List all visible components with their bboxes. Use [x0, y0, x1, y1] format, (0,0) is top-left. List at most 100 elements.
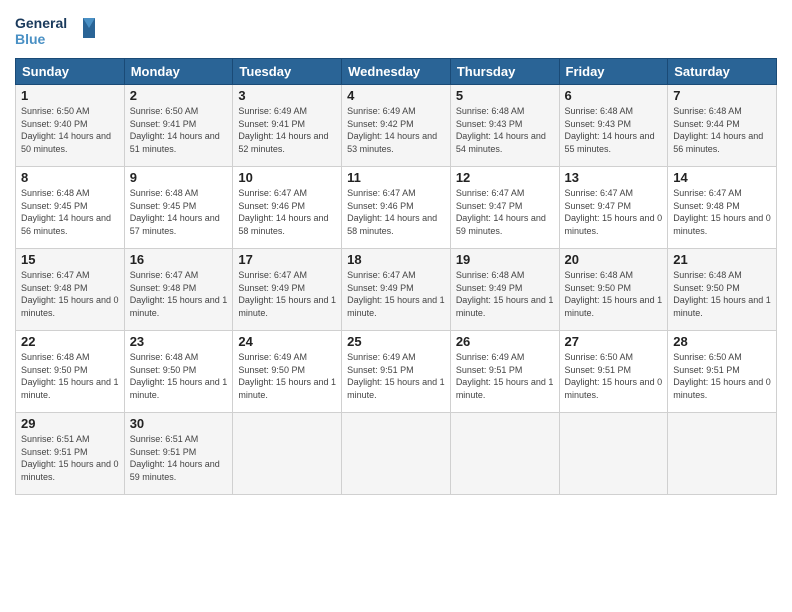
calendar-header-tuesday: Tuesday — [233, 59, 342, 85]
calendar-day-cell: 1Sunrise: 6:50 AMSunset: 9:40 PMDaylight… — [16, 85, 125, 167]
calendar-day-cell: 24Sunrise: 6:49 AMSunset: 9:50 PMDayligh… — [233, 331, 342, 413]
calendar-week-row: 22 Sunrise: 6:48 AMSunset: 9:50 PMDayligh… — [16, 331, 777, 413]
calendar-day-cell: 19 Sunrise: 6:48 AMSunset: 9:49 PMDayligh… — [450, 249, 559, 331]
day-number: 17 — [238, 252, 336, 267]
day-info: Sunrise: 6:49 AMSunset: 9:51 PMDaylight:… — [347, 352, 445, 400]
calendar-header-monday: Monday — [124, 59, 233, 85]
day-info: Sunrise: 6:48 AMSunset: 9:43 PMDaylight:… — [456, 106, 546, 154]
calendar-day-cell: 14 Sunrise: 6:47 AMSunset: 9:48 PMDayligh… — [668, 167, 777, 249]
calendar-header-friday: Friday — [559, 59, 668, 85]
calendar-empty-cell — [450, 413, 559, 495]
calendar-day-cell: 18 Sunrise: 6:47 AMSunset: 9:49 PMDayligh… — [342, 249, 451, 331]
calendar-day-cell: 22 Sunrise: 6:48 AMSunset: 9:50 PMDayligh… — [16, 331, 125, 413]
calendar-empty-cell — [668, 413, 777, 495]
day-info: Sunrise: 6:48 AMSunset: 9:43 PMDaylight:… — [565, 106, 655, 154]
calendar-day-cell: 30 Sunrise: 6:51 AMSunset: 9:51 PMDayligh… — [124, 413, 233, 495]
day-number: 26 — [456, 334, 554, 349]
calendar-day-cell: 9 Sunrise: 6:48 AMSunset: 9:45 PMDaylight… — [124, 167, 233, 249]
calendar-week-row: 15 Sunrise: 6:47 AMSunset: 9:48 PMDayligh… — [16, 249, 777, 331]
calendar-day-cell: 4 Sunrise: 6:49 AMSunset: 9:42 PMDaylight… — [342, 85, 451, 167]
calendar-empty-cell — [233, 413, 342, 495]
calendar-week-row: 8 Sunrise: 6:48 AMSunset: 9:45 PMDaylight… — [16, 167, 777, 249]
day-number: 19 — [456, 252, 554, 267]
svg-text:General: General — [15, 15, 67, 31]
calendar-day-cell: 6 Sunrise: 6:48 AMSunset: 9:43 PMDaylight… — [559, 85, 668, 167]
day-number: 21 — [673, 252, 771, 267]
calendar-day-cell: 5 Sunrise: 6:48 AMSunset: 9:43 PMDaylight… — [450, 85, 559, 167]
page: General Blue SundayMondayTuesdayWednesda… — [0, 0, 792, 612]
day-info: Sunrise: 6:47 AMSunset: 9:48 PMDaylight:… — [21, 270, 119, 318]
day-number: 9 — [130, 170, 228, 185]
calendar-header-saturday: Saturday — [668, 59, 777, 85]
calendar-empty-cell — [342, 413, 451, 495]
day-info: Sunrise: 6:49 AMSunset: 9:50 PMDaylight:… — [238, 352, 336, 400]
calendar-empty-cell — [559, 413, 668, 495]
svg-text:Blue: Blue — [15, 31, 46, 47]
day-number: 28 — [673, 334, 771, 349]
calendar-day-cell: 28Sunrise: 6:50 AMSunset: 9:51 PMDayligh… — [668, 331, 777, 413]
calendar-day-cell: 12Sunrise: 6:47 AMSunset: 9:47 PMDayligh… — [450, 167, 559, 249]
day-info: Sunrise: 6:51 AMSunset: 9:51 PMDaylight:… — [130, 434, 220, 482]
calendar-day-cell: 7Sunrise: 6:48 AMSunset: 9:44 PMDaylight… — [668, 85, 777, 167]
day-number: 10 — [238, 170, 336, 185]
day-info: Sunrise: 6:48 AMSunset: 9:45 PMDaylight:… — [21, 188, 111, 236]
calendar-day-cell: 27Sunrise: 6:50 AMSunset: 9:51 PMDayligh… — [559, 331, 668, 413]
day-info: Sunrise: 6:48 AMSunset: 9:50 PMDaylight:… — [673, 270, 771, 318]
calendar-day-cell: 10 Sunrise: 6:47 AMSunset: 9:46 PMDayligh… — [233, 167, 342, 249]
day-number: 20 — [565, 252, 663, 267]
day-info: Sunrise: 6:48 AMSunset: 9:50 PMDaylight:… — [21, 352, 119, 400]
day-info: Sunrise: 6:51 AMSunset: 9:51 PMDaylight:… — [21, 434, 119, 482]
calendar-header-sunday: Sunday — [16, 59, 125, 85]
day-info: Sunrise: 6:50 AMSunset: 9:41 PMDaylight:… — [130, 106, 220, 154]
day-info: Sunrise: 6:47 AMSunset: 9:49 PMDaylight:… — [238, 270, 336, 318]
day-number: 14 — [673, 170, 771, 185]
day-number: 23 — [130, 334, 228, 349]
calendar-week-row: 1Sunrise: 6:50 AMSunset: 9:40 PMDaylight… — [16, 85, 777, 167]
day-number: 4 — [347, 88, 445, 103]
day-number: 8 — [21, 170, 119, 185]
day-number: 18 — [347, 252, 445, 267]
logo: General Blue — [15, 10, 95, 50]
day-info: Sunrise: 6:48 AMSunset: 9:49 PMDaylight:… — [456, 270, 554, 318]
logo-icon: General Blue — [15, 10, 95, 50]
calendar-table: SundayMondayTuesdayWednesdayThursdayFrid… — [15, 58, 777, 495]
day-number: 30 — [130, 416, 228, 431]
calendar-day-cell: 16Sunrise: 6:47 AMSunset: 9:48 PMDayligh… — [124, 249, 233, 331]
day-number: 27 — [565, 334, 663, 349]
day-number: 5 — [456, 88, 554, 103]
calendar-day-cell: 2 Sunrise: 6:50 AMSunset: 9:41 PMDaylight… — [124, 85, 233, 167]
day-info: Sunrise: 6:47 AMSunset: 9:49 PMDaylight:… — [347, 270, 445, 318]
day-info: Sunrise: 6:47 AMSunset: 9:48 PMDaylight:… — [673, 188, 771, 236]
day-info: Sunrise: 6:47 AMSunset: 9:46 PMDaylight:… — [347, 188, 437, 236]
calendar-day-cell: 23 Sunrise: 6:48 AMSunset: 9:50 PMDayligh… — [124, 331, 233, 413]
calendar-day-cell: 25Sunrise: 6:49 AMSunset: 9:51 PMDayligh… — [342, 331, 451, 413]
day-number: 13 — [565, 170, 663, 185]
day-number: 22 — [21, 334, 119, 349]
day-number: 12 — [456, 170, 554, 185]
calendar-day-cell: 13 Sunrise: 6:47 AMSunset: 9:47 PMDayligh… — [559, 167, 668, 249]
day-info: Sunrise: 6:47 AMSunset: 9:47 PMDaylight:… — [565, 188, 663, 236]
calendar-day-cell: 8 Sunrise: 6:48 AMSunset: 9:45 PMDaylight… — [16, 167, 125, 249]
day-info: Sunrise: 6:50 AMSunset: 9:40 PMDaylight:… — [21, 106, 111, 154]
day-number: 2 — [130, 88, 228, 103]
day-info: Sunrise: 6:47 AMSunset: 9:46 PMDaylight:… — [238, 188, 328, 236]
calendar-header-row: SundayMondayTuesdayWednesdayThursdayFrid… — [16, 59, 777, 85]
day-number: 15 — [21, 252, 119, 267]
day-info: Sunrise: 6:48 AMSunset: 9:45 PMDaylight:… — [130, 188, 220, 236]
day-info: Sunrise: 6:49 AMSunset: 9:42 PMDaylight:… — [347, 106, 437, 154]
calendar-week-row: 29Sunrise: 6:51 AMSunset: 9:51 PMDayligh… — [16, 413, 777, 495]
day-info: Sunrise: 6:48 AMSunset: 9:50 PMDaylight:… — [565, 270, 663, 318]
calendar-header-wednesday: Wednesday — [342, 59, 451, 85]
day-number: 3 — [238, 88, 336, 103]
day-info: Sunrise: 6:48 AMSunset: 9:50 PMDaylight:… — [130, 352, 228, 400]
calendar-day-cell: 20 Sunrise: 6:48 AMSunset: 9:50 PMDayligh… — [559, 249, 668, 331]
day-info: Sunrise: 6:49 AMSunset: 9:51 PMDaylight:… — [456, 352, 554, 400]
day-number: 7 — [673, 88, 771, 103]
day-number: 6 — [565, 88, 663, 103]
header: General Blue — [15, 10, 777, 50]
calendar-day-cell: 21 Sunrise: 6:48 AMSunset: 9:50 PMDayligh… — [668, 249, 777, 331]
day-info: Sunrise: 6:49 AMSunset: 9:41 PMDaylight:… — [238, 106, 328, 154]
day-number: 16 — [130, 252, 228, 267]
calendar-day-cell: 26 Sunrise: 6:49 AMSunset: 9:51 PMDayligh… — [450, 331, 559, 413]
calendar-day-cell: 29Sunrise: 6:51 AMSunset: 9:51 PMDayligh… — [16, 413, 125, 495]
